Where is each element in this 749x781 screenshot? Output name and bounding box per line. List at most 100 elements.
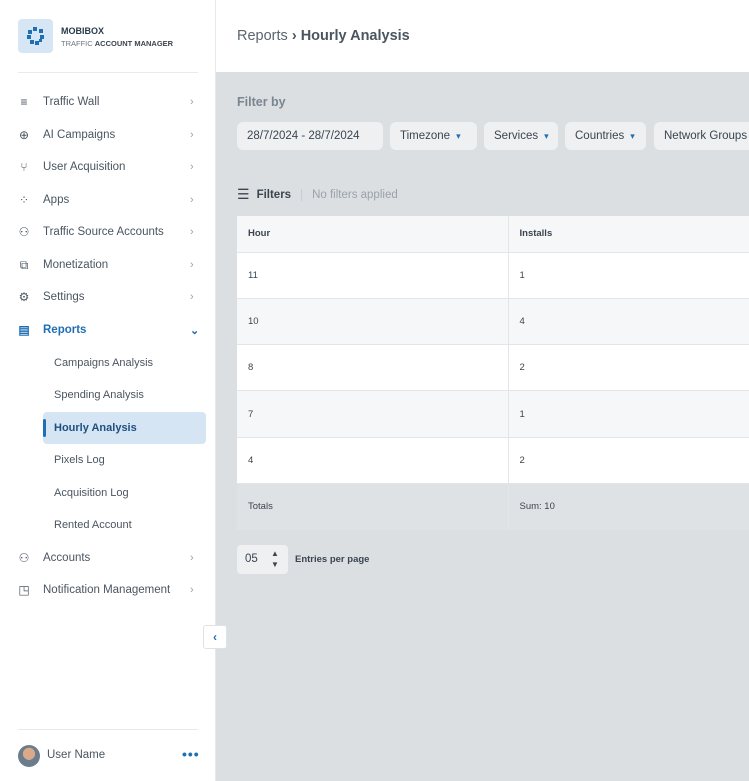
chevron-right-icon: › xyxy=(190,291,194,303)
filters-bar: ☰ Filters No filters applied xyxy=(237,186,398,203)
nav-traffic-wall[interactable]: ≡ Traffic Wall › xyxy=(0,88,216,116)
chevron-right-icon: › xyxy=(190,584,194,596)
filters-button[interactable]: Filters xyxy=(257,189,292,201)
nav-label: Apps xyxy=(43,194,70,206)
filter-by-label: Filter by xyxy=(237,95,286,109)
globe-icon: ⊕ xyxy=(18,128,30,142)
table-row: 11 1 xyxy=(237,251,749,299)
cell-hour: 4 xyxy=(237,436,509,484)
nav-ai-campaigns[interactable]: ⊕ AI Campaigns › xyxy=(0,121,216,149)
chevron-right-icon: › xyxy=(190,259,194,271)
gear-icon: ⚙ xyxy=(18,290,30,304)
services-dropdown[interactable]: Services ▾ xyxy=(484,122,558,150)
cell-hour: 8 xyxy=(237,344,509,391)
chevron-down-icon: ▾ xyxy=(544,130,549,141)
chevron-down-icon: ▾ xyxy=(456,130,461,141)
chevron-right-icon: › xyxy=(190,161,194,173)
nav-label: AI Campaigns xyxy=(43,129,116,141)
hierarchy-icon: ⧉ xyxy=(19,258,29,272)
page-header: Reports › Hourly Analysis xyxy=(216,0,749,72)
column-header-installs[interactable]: Installs xyxy=(508,216,749,252)
chevron-right-icon: › xyxy=(190,96,194,108)
chevron-right-icon: › xyxy=(190,129,194,141)
nav-label: Traffic Source Accounts xyxy=(43,226,164,238)
nav-monetization[interactable]: ⧉ Monetization › xyxy=(0,251,216,279)
chevron-down-icon: ⌄ xyxy=(190,324,200,337)
nav-hourly-analysis[interactable]: Hourly Analysis xyxy=(43,412,206,444)
avatar[interactable] xyxy=(18,745,40,767)
branch-icon: ⑂ xyxy=(20,160,28,174)
chevron-down-icon: ▾ xyxy=(630,130,635,141)
divider xyxy=(18,72,198,73)
table-row: 10 4 xyxy=(237,297,749,345)
timezone-dropdown[interactable]: Timezone ▾ xyxy=(390,122,477,150)
cell-installs: 4 xyxy=(508,297,749,345)
clipboard-icon: ▤ xyxy=(18,323,30,337)
nav-accounts[interactable]: ⚇ Accounts › xyxy=(0,544,216,572)
cell-installs: 1 xyxy=(508,251,749,299)
table-row: 42 xyxy=(237,436,749,484)
nav-label: Reports xyxy=(43,324,87,336)
divider xyxy=(18,729,198,730)
entries-value: 05 xyxy=(245,553,258,565)
notification-icon: ◳ xyxy=(18,583,30,597)
user-name: User Name xyxy=(47,749,106,761)
network-groups-dropdown[interactable]: Network Groups xyxy=(654,122,749,150)
nav-label: Notification Management xyxy=(43,584,171,596)
nav-settings[interactable]: ⚙ Settings › xyxy=(0,283,216,311)
totals-row: Totals Sum: 10 xyxy=(237,482,749,530)
filter-icon[interactable]: ☰ xyxy=(237,186,250,203)
chevron-right-icon: › xyxy=(190,226,194,238)
cell-installs: 2 xyxy=(508,344,749,391)
cell-hour: 10 xyxy=(237,297,509,345)
brand-name: MOBIBOX xyxy=(61,26,105,36)
cell-installs: 1 xyxy=(508,390,749,438)
breadcrumb: Reports › Hourly Analysis xyxy=(237,28,410,44)
nav-rented-account[interactable]: Rented Account xyxy=(43,509,206,541)
nav-apps[interactable]: ⁘ Apps › xyxy=(0,186,216,214)
nav-spending-analysis[interactable]: Spending Analysis xyxy=(43,379,206,411)
entries-per-page-stepper[interactable]: 05 ▲ ▼ xyxy=(237,545,288,574)
users-icon: ⚇ xyxy=(18,225,30,239)
countries-dropdown[interactable]: Countries ▾ xyxy=(565,122,646,150)
column-header-hour[interactable]: Hour xyxy=(237,216,509,252)
table-header-row: Hour Installs xyxy=(237,216,749,252)
nav-notification-management[interactable]: ◳ Notification Management › xyxy=(0,576,216,604)
nav-traffic-source-accounts[interactable]: ⚇ Traffic Source Accounts › xyxy=(0,218,216,246)
network-groups-label: Network Groups xyxy=(664,130,748,142)
date-range-picker[interactable]: 28/7/2024 - 28/7/2024 xyxy=(237,122,383,150)
nav-campaigns-analysis[interactable]: Campaigns Analysis xyxy=(43,347,206,379)
list-icon: ≡ xyxy=(20,95,28,109)
nav-label: User Acquisition xyxy=(43,161,126,173)
cell-installs: 2 xyxy=(508,436,749,484)
chevron-right-icon: › xyxy=(190,552,194,564)
separator xyxy=(301,188,303,201)
entries-per-page-label: Entries per page xyxy=(295,554,370,565)
nav-reports[interactable]: ▤ Reports ⌄ xyxy=(0,316,216,344)
sidebar: MOBIBOX TRAFFIC ACCOUNT MANAGER ≡ Traffic… xyxy=(0,0,216,781)
nav-label: Traffic Wall xyxy=(43,96,100,108)
timezone-label: Timezone xyxy=(400,130,451,142)
more-options-icon[interactable]: ••• xyxy=(182,746,200,762)
countries-label: Countries xyxy=(575,130,625,142)
collapse-sidebar-button[interactable]: ‹ xyxy=(203,625,227,649)
mobibox-logo xyxy=(18,19,53,53)
nav-pixels-log[interactable]: Pixels Log xyxy=(43,444,206,476)
chevron-right-icon: › xyxy=(291,28,297,44)
hourly-table: Hour Installs 11 1 10 4 82 71 42 Totals Sum:… xyxy=(237,216,749,530)
services-label: Services xyxy=(494,130,539,142)
table-row: 82 xyxy=(237,344,749,391)
date-range-value: 28/7/2024 - 28/7/2024 xyxy=(247,130,360,142)
brand-subtitle: TRAFFIC ACCOUNT MANAGER xyxy=(61,39,174,48)
nav-acquisition-log[interactable]: Acquisition Log xyxy=(43,477,206,509)
filters-status: No filters applied xyxy=(312,188,398,201)
totals-sum: Sum: 10 xyxy=(508,482,749,530)
breadcrumb-parent[interactable]: Reports xyxy=(237,28,288,44)
nav-label: Settings xyxy=(43,291,85,303)
cell-hour: 7 xyxy=(237,390,509,438)
nav-label: Monetization xyxy=(43,259,109,271)
accounts-icon: ⚇ xyxy=(18,551,30,565)
table-row: 71 xyxy=(237,390,749,438)
nav-user-acquisition[interactable]: ⑂ User Acquisition › xyxy=(0,153,216,181)
stepper-arrows-icon[interactable]: ▲ ▼ xyxy=(271,548,279,570)
